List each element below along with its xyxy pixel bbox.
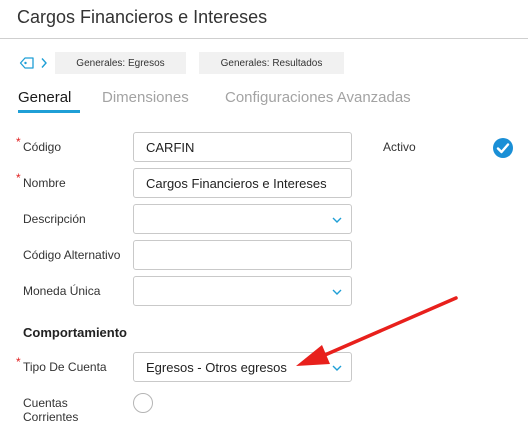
descripcion-label: Descripción [23, 212, 86, 226]
codigo-alternativo-label: Código Alternativo [23, 248, 121, 262]
moneda-unica-select[interactable] [133, 276, 352, 306]
cuentas-corrientes-toggle[interactable] [133, 393, 153, 413]
tipo-de-cuenta-value: Egresos - Otros egresos [146, 359, 287, 375]
tab-dimensiones[interactable]: Dimensiones [102, 89, 189, 106]
tag-bar [18, 52, 50, 74]
tipo-de-cuenta-label: Tipo De Cuenta [23, 360, 107, 374]
required-marker: * [16, 171, 21, 185]
nombre-label: Nombre [23, 176, 66, 190]
tipo-de-cuenta-select[interactable]: Egresos - Otros egresos [133, 352, 352, 382]
cuentas-corrientes-label-line1: Cuentas [23, 396, 68, 410]
active-tab-indicator [18, 110, 80, 113]
codigo-input[interactable]: CARFIN [133, 132, 352, 162]
tab-configuraciones-avanzadas[interactable]: Configuraciones Avanzadas [225, 89, 411, 106]
title-divider [0, 38, 528, 39]
nombre-input[interactable]: Cargos Financieros e Intereses [133, 168, 352, 198]
chevron-down-icon [332, 365, 342, 371]
activo-label: Activo [383, 140, 416, 154]
codigo-label: Código [23, 140, 62, 154]
tab-general[interactable]: General [18, 89, 71, 106]
page-title: Cargos Financieros e Intereses [17, 7, 268, 27]
breadcrumb-item[interactable]: Generales: Resultados [199, 52, 344, 74]
chevron-down-icon [332, 217, 342, 223]
cuentas-corrientes-label-line2: Corrientes [23, 410, 79, 424]
breadcrumb-item[interactable]: Generales: Egresos [55, 52, 186, 74]
chevron-down-icon [332, 289, 342, 295]
activo-checkbox-checked-icon[interactable] [492, 137, 514, 159]
comportamiento-heading: Comportamiento [23, 325, 127, 340]
required-marker: * [16, 135, 21, 149]
chevron-right-icon[interactable] [38, 54, 50, 72]
moneda-unica-label: Moneda Única [23, 284, 101, 298]
tag-icon[interactable] [18, 54, 36, 72]
descripcion-select[interactable] [133, 204, 352, 234]
codigo-alternativo-input[interactable] [133, 240, 352, 270]
required-marker: * [16, 355, 21, 369]
